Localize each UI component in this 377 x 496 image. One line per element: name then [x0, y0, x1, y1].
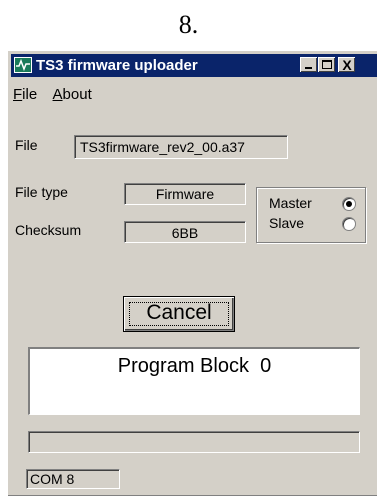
menu-file-rest: ile [22, 86, 38, 103]
menu-about-accel: A [52, 86, 63, 103]
file-path-field[interactable]: TS3firmware_rev2_00.a37 [74, 135, 288, 159]
master-radio[interactable] [342, 197, 356, 211]
focus-rectangle [129, 302, 229, 326]
menu-file[interactable]: File [13, 86, 37, 103]
mode-group: Master Slave [256, 187, 366, 243]
master-label: Master [269, 195, 312, 211]
slave-radio[interactable] [342, 217, 356, 231]
minimize-icon[interactable] [300, 57, 317, 72]
menu-about[interactable]: About [53, 86, 92, 103]
menu-about-rest: bout [62, 86, 92, 103]
file-type-label: File type [15, 184, 68, 200]
menu-bar: File About [13, 86, 104, 103]
window-title: TS3 firmware uploader [36, 57, 198, 74]
checksum-field: 6BB [124, 221, 246, 243]
com-port-status: COM 8 [26, 469, 120, 489]
slave-label: Slave [269, 215, 305, 231]
close-icon[interactable]: X [338, 57, 355, 72]
radio-selected-dot [346, 201, 352, 207]
menu-file-accel: F [13, 86, 23, 103]
app-window: TS3 firmware uploader X File About File … [7, 50, 377, 496]
maximize-icon[interactable] [318, 57, 335, 72]
waveform-icon[interactable] [14, 57, 32, 73]
cancel-button[interactable]: Cancel [123, 296, 235, 332]
program-status-box: Program Block 0 [28, 347, 360, 415]
checksum-label: Checksum [15, 222, 82, 238]
progress-bar [28, 431, 360, 453]
file-label: File [15, 137, 38, 153]
title-bar[interactable]: TS3 firmware uploader X [11, 54, 377, 77]
figure-caption: 8. [178, 10, 199, 39]
file-type-field: Firmware [124, 183, 246, 205]
